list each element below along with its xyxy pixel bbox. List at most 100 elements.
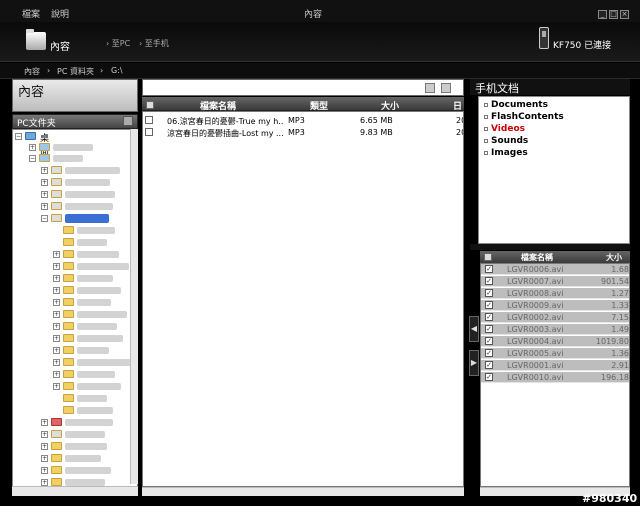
- table-row[interactable]: ✓ LGVR0002.avi 7.15: [481, 312, 629, 323]
- expand-icon[interactable]: +: [53, 299, 60, 306]
- minimize-icon[interactable]: _: [598, 10, 607, 19]
- collapse-icon[interactable]: −: [15, 133, 22, 140]
- expand-icon[interactable]: +: [41, 203, 48, 210]
- table-row[interactable]: ✓ LGVR0006.avi 1.68: [481, 264, 629, 275]
- folder-icon: [26, 29, 46, 50]
- doc-folder-flashcontents[interactable]: FlashContents: [491, 112, 564, 122]
- file-name[interactable]: LGVR0005.avi: [507, 349, 563, 358]
- row-checkbox[interactable]: ✓: [485, 265, 493, 273]
- expand-icon[interactable]: +: [29, 144, 36, 151]
- file-name[interactable]: LGVR0008.avi: [507, 289, 563, 298]
- file-name[interactable]: LGVR0004.avi: [507, 337, 563, 346]
- expand-icon[interactable]: +: [53, 287, 60, 294]
- expand-icon[interactable]: +: [53, 359, 60, 366]
- column-name[interactable]: 檔案名稱: [521, 252, 553, 263]
- file-date: 20: [456, 128, 463, 137]
- row-checkbox[interactable]: ✓: [485, 289, 493, 297]
- breadcrumb-item[interactable]: 內容: [24, 66, 40, 77]
- file-name[interactable]: 06.涼宮春日的憂鬱-True my h...: [167, 116, 283, 127]
- file-name[interactable]: LGVR0010.avi: [507, 373, 563, 382]
- file-name[interactable]: 涼宮春日的憂鬱插曲-Lost my ...: [167, 128, 283, 139]
- select-all-checkbox[interactable]: [146, 101, 154, 109]
- phone-files-list[interactable]: ✓ LGVR0006.avi 1.68 ✓ LGVR0007.avi 901.54 ✓ LGV…: [480, 263, 630, 487]
- tree-vertical-scrollbar[interactable]: [130, 129, 138, 484]
- row-checkbox[interactable]: ✓: [485, 373, 493, 381]
- table-row[interactable]: ✓ LGVR0009.avi 1.33: [481, 300, 629, 311]
- blurred-label: [77, 347, 109, 354]
- blurred-label: [65, 467, 111, 474]
- file-name[interactable]: LGVR0007.avi: [507, 277, 563, 286]
- to-pc-link[interactable]: › 至PC: [106, 38, 130, 49]
- file-size: 196.18: [601, 373, 629, 382]
- doc-folder-images[interactable]: Images: [491, 148, 528, 158]
- blurred-label: [65, 419, 113, 426]
- expand-icon[interactable]: +: [41, 167, 48, 174]
- row-checkbox[interactable]: ✓: [485, 277, 493, 285]
- tree-horizontal-scrollbar[interactable]: [12, 486, 138, 496]
- expand-icon[interactable]: +: [41, 443, 48, 450]
- file-name[interactable]: LGVR0002.avi: [507, 313, 563, 322]
- doc-folder-documents[interactable]: Documents: [491, 100, 548, 110]
- refresh-icon[interactable]: [123, 116, 133, 126]
- expand-icon[interactable]: +: [41, 179, 48, 186]
- arrow-left-icon[interactable]: ◀: [469, 316, 479, 342]
- expand-icon[interactable]: +: [41, 419, 48, 426]
- table-row[interactable]: ✓ LGVR0008.avi 1.27: [481, 288, 629, 299]
- panel-divider[interactable]: [470, 244, 630, 250]
- breadcrumb-item[interactable]: PC 資料夾: [57, 66, 94, 77]
- expand-icon[interactable]: +: [41, 431, 48, 438]
- expand-icon[interactable]: +: [53, 347, 60, 354]
- expand-icon[interactable]: +: [41, 467, 48, 474]
- table-row[interactable]: ✓ LGVR0007.avi 901.54: [481, 276, 629, 287]
- expand-icon[interactable]: +: [53, 335, 60, 342]
- expand-icon[interactable]: +: [53, 275, 60, 282]
- doc-folder-videos[interactable]: Videos: [491, 124, 525, 134]
- row-checkbox[interactable]: ✓: [485, 313, 493, 321]
- view-toggle-icon[interactable]: [425, 83, 435, 93]
- table-row[interactable]: ✓ LGVR0001.avi 2.91: [481, 360, 629, 371]
- select-all-checkbox[interactable]: [484, 253, 492, 261]
- expand-icon[interactable]: +: [41, 191, 48, 198]
- to-phone-link[interactable]: › 至手机: [139, 38, 169, 49]
- column-size[interactable]: 大小: [606, 252, 622, 263]
- breadcrumb-item[interactable]: G:\: [111, 66, 123, 75]
- doc-folder-sounds[interactable]: Sounds: [491, 136, 528, 146]
- table-row[interactable]: ✓ LGVR0005.avi 1.36: [481, 348, 629, 359]
- menu-help[interactable]: 說明: [51, 7, 69, 20]
- menu-file[interactable]: 檔案: [22, 7, 40, 20]
- maximize-icon[interactable]: □: [609, 10, 618, 19]
- expand-icon[interactable]: +: [53, 383, 60, 390]
- expand-icon[interactable]: +: [53, 251, 60, 258]
- expand-icon[interactable]: +: [41, 479, 48, 486]
- collapse-icon[interactable]: −: [41, 215, 48, 222]
- view-toggle-icon[interactable]: [441, 83, 451, 93]
- row-checkbox[interactable]: [145, 116, 153, 124]
- expand-icon[interactable]: +: [53, 311, 60, 318]
- row-checkbox[interactable]: ✓: [485, 301, 493, 309]
- row-checkbox[interactable]: ✓: [485, 337, 493, 345]
- file-name[interactable]: LGVR0006.avi: [507, 265, 563, 274]
- collapse-icon[interactable]: −: [29, 155, 36, 162]
- file-type: MP3: [288, 128, 305, 137]
- file-list-horizontal-scrollbar[interactable]: [142, 487, 464, 496]
- table-row[interactable]: ✓ LGVR0003.avi 1.49: [481, 324, 629, 335]
- blurred-label: [77, 299, 111, 306]
- file-name[interactable]: LGVR0009.avi: [507, 301, 563, 310]
- row-checkbox[interactable]: ✓: [485, 325, 493, 333]
- expand-icon[interactable]: +: [53, 371, 60, 378]
- row-checkbox[interactable]: ✓: [485, 361, 493, 369]
- table-row[interactable]: ✓ LGVR0010.avi 196.18: [481, 372, 629, 383]
- phone-docs-tree[interactable]: Documents FlashContents Videos Sounds Im…: [478, 96, 630, 244]
- arrow-right-icon[interactable]: ▶: [469, 350, 479, 376]
- row-checkbox[interactable]: ✓: [485, 349, 493, 357]
- file-name[interactable]: LGVR0003.avi: [507, 325, 563, 334]
- file-list[interactable]: 06.涼宮春日的憂鬱-True my h... MP3 6.65 MB 20 涼…: [142, 111, 464, 487]
- folder-tree[interactable]: − 桌面 + − + + + + − + + + + + + + + + + +…: [12, 129, 138, 496]
- file-name[interactable]: LGVR0001.avi: [507, 361, 563, 370]
- expand-icon[interactable]: +: [53, 323, 60, 330]
- expand-icon[interactable]: +: [41, 455, 48, 462]
- row-checkbox[interactable]: [145, 128, 153, 136]
- expand-icon[interactable]: +: [53, 263, 60, 270]
- table-row[interactable]: ✓ LGVR0004.avi 1019.80: [481, 336, 629, 347]
- close-icon[interactable]: ×: [620, 10, 629, 19]
